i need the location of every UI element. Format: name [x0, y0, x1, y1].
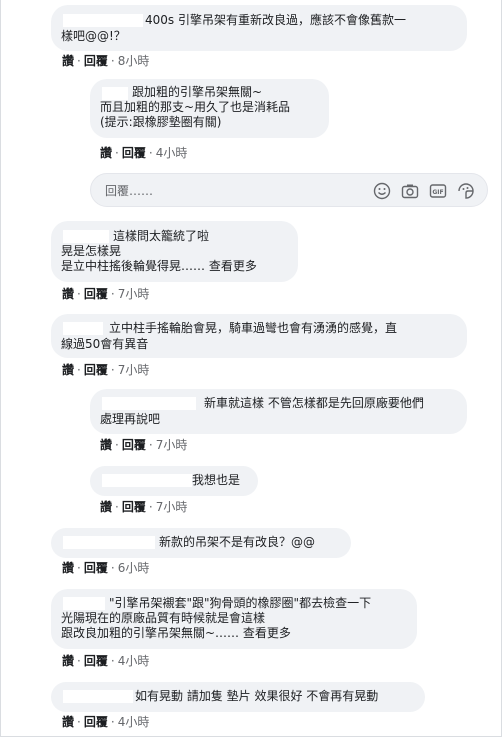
reply-button[interactable]: 回覆: [122, 146, 146, 160]
comment-text-line: 新車就這樣 不管怎樣都是先回原廠要他們: [204, 396, 424, 410]
comment-bubble: 立中柱手搖輪胎會晃，騎車過彎也會有湧湧的感覺，直 線過50會有異音: [51, 314, 467, 358]
reply-button[interactable]: 回覆: [84, 715, 108, 729]
reply-button[interactable]: 回覆: [122, 438, 146, 452]
reply-button[interactable]: 回覆: [84, 654, 108, 668]
comment-bubble: "引擎吊架襯套"跟"狗骨頭的橡膠圈"都去檢查一下 光陽現在的原廠品質有時候就是會…: [51, 589, 417, 649]
see-more-link[interactable]: 查看更多: [243, 626, 291, 640]
comment-timestamp[interactable]: 4小時: [118, 654, 150, 668]
comment-actions: 讚 · 回覆 · 7小時: [100, 500, 188, 514]
like-button[interactable]: 讚: [62, 363, 74, 377]
like-button[interactable]: 讚: [62, 715, 74, 729]
reply-button[interactable]: 回覆: [84, 363, 108, 377]
see-more-link[interactable]: 查看更多: [209, 259, 257, 273]
sticker-icon[interactable]: [457, 182, 475, 200]
comment-timestamp[interactable]: 4小時: [118, 715, 150, 729]
comment-actions: 讚 · 回覆 · 7小時: [62, 363, 150, 377]
like-button[interactable]: 讚: [62, 287, 74, 301]
gif-icon[interactable]: GIF: [429, 182, 447, 200]
comment-timestamp[interactable]: 8小時: [118, 54, 150, 68]
comment-text-line: 新款的吊架不是有改良？@@: [159, 535, 316, 549]
redacted-commenter-name: [63, 690, 133, 703]
comment-timestamp[interactable]: 6小時: [118, 561, 150, 575]
comment-actions: 讚 · 回覆 · 4小時: [62, 715, 150, 729]
comment-timestamp[interactable]: 7小時: [118, 363, 150, 377]
comment-bubble: 400s 引擎吊架有重新改良過，應該不會像舊款一 樣吧@@!？: [51, 5, 467, 51]
comment-actions: 讚 · 回覆 · 4小時: [62, 654, 150, 668]
redacted-commenter-name: [63, 536, 155, 549]
redacted-commenter-name: [102, 397, 196, 410]
redacted-commenter-name: [63, 230, 109, 243]
comment-timestamp[interactable]: 7小時: [118, 287, 150, 301]
like-button[interactable]: 讚: [62, 654, 74, 668]
comment-bubble: 我想也是: [90, 466, 258, 496]
comment-text: 跟改良加粗的引擎吊架無關~……: [61, 626, 240, 640]
comment-bubble: 這樣問太籠統了啦 晃是怎樣晃 是立中柱搖後輪覺得晃…… 查看更多: [51, 221, 298, 282]
svg-text:GIF: GIF: [432, 189, 443, 196]
comment-text-line: 光陽現在的原廠品質有時候就是會這樣: [61, 611, 266, 625]
like-button[interactable]: 讚: [100, 500, 112, 514]
redacted-commenter-name: [63, 597, 105, 610]
comment-actions: 讚 · 回覆 · 8小時: [62, 54, 150, 68]
comment-text-line: 立中柱手搖輪胎會晃，騎車過彎也會有湧湧的感覺，直: [109, 321, 398, 335]
like-button[interactable]: 讚: [62, 54, 74, 68]
comment-thread: 400s 引擎吊架有重新改良過，應該不會像舊款一 樣吧@@!？ 讚 · 回覆 · 8小時…: [0, 0, 502, 737]
comment-text-line: 線過50會有異音: [61, 337, 149, 351]
comment-text-line: 而且加粗的那支~用久了也是消耗品: [100, 100, 291, 114]
comment-actions: 讚 · 回覆 · 4小時: [100, 146, 188, 160]
comment-text-line: 這樣問太籠統了啦: [113, 229, 210, 243]
reply-button[interactable]: 回覆: [84, 561, 108, 575]
redacted-commenter-name: [102, 474, 192, 487]
redacted-commenter-name: [63, 14, 143, 27]
comment-text-line: "引擎吊架襯套"跟"狗骨頭的橡膠圈"都去檢查一下: [109, 596, 372, 610]
comment-bubble: 如有晃動 請加隻 墊片 效果很好 不會再有晃動: [51, 682, 425, 712]
redacted-commenter-name: [102, 87, 128, 100]
comment-bubble: 新款的吊架不是有改良？@@: [51, 528, 351, 558]
comment-text-line: 樣吧@@!？: [61, 29, 126, 43]
comment-text-line: 我想也是: [192, 473, 241, 487]
comment-text-line: 跟加粗的引擎吊架無關~: [132, 85, 263, 99]
reply-button[interactable]: 回覆: [84, 54, 108, 68]
like-button[interactable]: 讚: [62, 561, 74, 575]
comment-text-line: 跟改良加粗的引擎吊架無關~…… 查看更多: [61, 626, 291, 641]
comment-text-line: 如有晃動 請加隻 墊片 效果很好 不會再有晃動: [135, 689, 379, 703]
comment-timestamp[interactable]: 4小時: [156, 146, 188, 160]
comment-text: 是立中柱搖後輪覺得晃……: [61, 259, 206, 273]
comment-actions: 讚 · 回覆 · 6小時: [62, 561, 150, 575]
emoji-icon[interactable]: [373, 182, 391, 200]
comment-bubble: 新車就這樣 不管怎樣都是先回原廠要他們 處理再說吧: [90, 389, 467, 434]
comment-text-line: 處理再說吧: [100, 412, 161, 426]
comment-actions: 讚 · 回覆 · 7小時: [62, 287, 150, 301]
comment-timestamp[interactable]: 7小時: [156, 438, 188, 452]
comment-actions: 讚 · 回覆 · 7小時: [100, 438, 188, 452]
reply-button[interactable]: 回覆: [122, 500, 146, 514]
comment-bubble: 跟加粗的引擎吊架無關~ 而且加粗的那支~用久了也是消耗品 (提示:跟橡膠墊圈有關…: [90, 79, 329, 138]
comment-text-line: 晃是怎樣晃: [61, 244, 122, 258]
redacted-commenter-name: [63, 322, 103, 335]
comment-text-line: 400s 引擎吊架有重新改良過，應該不會像舊款一: [145, 13, 406, 27]
comment-timestamp[interactable]: 7小時: [156, 500, 188, 514]
like-button[interactable]: 讚: [100, 438, 112, 452]
reply-button[interactable]: 回覆: [84, 287, 108, 301]
like-button[interactable]: 讚: [100, 146, 112, 160]
reply-input[interactable]: [103, 181, 357, 201]
camera-icon[interactable]: [401, 182, 419, 200]
comment-text-line: 是立中柱搖後輪覺得晃…… 查看更多: [61, 259, 257, 274]
reply-composer: GIF: [90, 173, 488, 207]
comment-text-line: (提示:跟橡膠墊圈有關): [100, 115, 222, 129]
